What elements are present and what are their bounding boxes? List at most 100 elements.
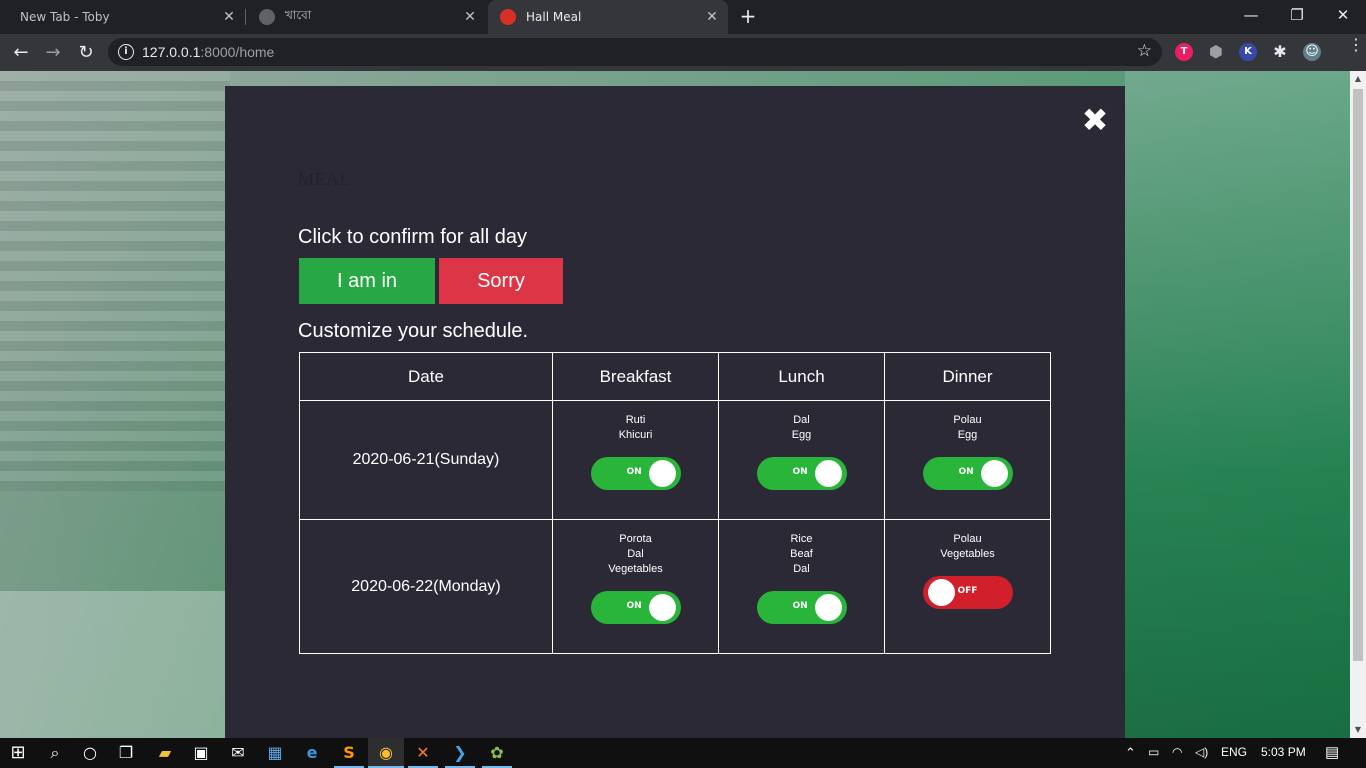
column-header-lunch: Lunch [718, 352, 885, 401]
chrome-icon[interactable]: ◉ [375, 742, 397, 764]
sublime-icon[interactable]: S [338, 742, 360, 764]
minimize-button[interactable]: — [1228, 0, 1274, 30]
toggle-state: OFF [957, 586, 978, 596]
meal-items: Porota Dal Vegetables [553, 532, 718, 577]
file-explorer-icon[interactable]: ▰ [154, 742, 176, 764]
toggle-state: ON [792, 467, 808, 477]
tab-hall-meal[interactable]: Hall Meal ✕ [488, 0, 728, 34]
tab-khabo[interactable]: খাবো ✕ [246, 0, 486, 34]
start-windows-icon[interactable]: ⊞ [7, 742, 29, 764]
task-view-icon[interactable]: ❐ [115, 742, 137, 764]
store-icon[interactable]: ▣ [190, 742, 212, 764]
sorry-button[interactable]: Sorry [439, 258, 563, 304]
toggle-knob [648, 460, 676, 487]
scrollbar-thumb[interactable] [1353, 89, 1363, 661]
modal-heading: MEAL [298, 169, 351, 189]
date-cell: 2020-06-22(Monday) [299, 519, 553, 654]
browser-tab-strip: New Tab - Toby ✕ খাবো ✕ Hall Meal ✕ + — … [0, 0, 1366, 34]
toggle-knob [648, 594, 676, 621]
wifi-icon[interactable]: ◠ [1172, 745, 1182, 759]
bookmark-star-icon[interactable]: ☆ [1137, 41, 1152, 61]
tab-close-icon[interactable]: ✕ [704, 9, 720, 25]
powershell-icon[interactable]: ❯ [449, 742, 471, 764]
meal-item: Porota [619, 533, 652, 545]
tab-close-icon[interactable]: ✕ [462, 9, 478, 25]
scroll-up-icon[interactable]: ▲ [1350, 71, 1366, 87]
scroll-down-icon[interactable]: ▼ [1350, 722, 1366, 738]
toggle-state: ON [626, 467, 642, 477]
table-header-row: Date Breakfast Lunch Dinner [299, 352, 1051, 401]
breakfast-toggle[interactable]: ON [590, 457, 681, 490]
clock[interactable]: 5:03 PM [1261, 745, 1306, 759]
meal-items: Ruti Khicuri [553, 413, 718, 443]
toggle-state: ON [626, 601, 642, 611]
toggle-state: ON [958, 467, 974, 477]
i-am-in-button[interactable]: I am in [299, 258, 435, 304]
new-tab-button[interactable]: + [736, 5, 760, 29]
xampp-icon[interactable]: ✕ [412, 742, 434, 764]
tab-title: New Tab - Toby [20, 10, 110, 24]
background-right-image [1125, 71, 1350, 738]
language-indicator[interactable]: ENG [1221, 745, 1247, 759]
profile-avatar-icon[interactable]: ☺ [1303, 43, 1321, 61]
tab-title: Hall Meal [526, 10, 582, 24]
column-header-dinner: Dinner [884, 352, 1051, 401]
meal-items: Dal Egg [719, 413, 884, 443]
puzzle-extension-icon[interactable]: ✱ [1271, 43, 1289, 61]
toggle-knob [927, 579, 955, 606]
breakfast-toggle[interactable]: ON [590, 591, 681, 624]
dinner-toggle[interactable]: OFF [922, 576, 1013, 609]
cortana-icon[interactable]: ○ [79, 742, 101, 764]
reload-button[interactable]: ↻ [73, 40, 99, 66]
site-info-icon[interactable]: i [118, 44, 134, 60]
restore-button[interactable]: ❐ [1274, 0, 1320, 30]
hall-meal-favicon-icon [500, 9, 516, 25]
tab-close-icon[interactable]: ✕ [221, 9, 237, 25]
breakfast-cell: Porota Dal Vegetables ON [552, 519, 719, 654]
meal-modal: ✖ MEAL Click to confirm for all day I am… [225, 86, 1125, 738]
notification-icon[interactable]: ▤ [1325, 743, 1339, 761]
edge-icon[interactable]: e [301, 742, 323, 764]
meal-items: Rice Beaf Dal [719, 532, 884, 577]
windows-taskbar: ⊞ ⌕ ○ ❐ ▰ ▣ ✉ ▦ e S ◉ ✕ ❯ ✿ ⌃ ▭ ◠ ◁) ENG… [0, 738, 1366, 768]
address-bar[interactable]: i 127.0.0.1:8000/home ☆ [108, 38, 1162, 66]
paint-icon[interactable]: ✿ [486, 742, 508, 764]
tab-new-tab-toby[interactable]: New Tab - Toby ✕ [0, 0, 245, 34]
date-cell: 2020-06-21(Sunday) [299, 400, 553, 520]
column-header-breakfast: Breakfast [552, 352, 719, 401]
browser-toolbar: ← → ↻ i 127.0.0.1:8000/home ☆ T ⬢ K ✱ ☺ … [0, 34, 1366, 71]
column-header-date: Date [299, 352, 553, 401]
meal-item: Polau [953, 533, 982, 545]
globe-icon [259, 9, 275, 25]
back-button[interactable]: ← [8, 40, 34, 66]
modal-close-icon[interactable]: ✖ [1080, 104, 1110, 136]
tray-overflow-icon[interactable]: ⌃ [1125, 745, 1136, 761]
page-scrollbar[interactable]: ▲ ▼ [1350, 71, 1366, 738]
search-icon[interactable]: ⌕ [44, 742, 66, 764]
lunch-toggle[interactable]: ON [756, 591, 847, 624]
close-window-button[interactable]: ✕ [1320, 0, 1366, 30]
volume-icon[interactable]: ◁) [1195, 745, 1208, 759]
browser-menu-icon[interactable]: ⋮ [1348, 37, 1364, 53]
forward-button[interactable]: → [40, 40, 66, 66]
dinner-toggle[interactable]: ON [922, 457, 1013, 490]
lunch-cell: Dal Egg ON [718, 400, 885, 520]
lunch-toggle[interactable]: ON [756, 457, 847, 490]
address-url[interactable]: 127.0.0.1:8000/home [142, 44, 274, 60]
meal-items: Polau Vegetables [885, 532, 1050, 562]
toby-extension-icon[interactable]: T [1175, 43, 1193, 61]
background-floor-image [0, 591, 230, 738]
meal-item: Polau [953, 414, 982, 426]
confirm-all-day-label: Click to confirm for all day [298, 226, 527, 248]
app-icon[interactable]: ▦ [264, 742, 286, 764]
battery-icon[interactable]: ▭ [1148, 745, 1159, 759]
mail-icon[interactable]: ✉ [227, 742, 249, 764]
shield-extension-icon[interactable]: ⬢ [1207, 43, 1225, 61]
meal-item: Dal [793, 563, 810, 575]
k-extension-icon[interactable]: K [1239, 43, 1257, 61]
dinner-cell: Polau Egg ON [884, 400, 1051, 520]
meal-item: Rice [790, 533, 813, 545]
meal-items: Polau Egg [885, 413, 1050, 443]
meal-item: Egg [957, 429, 978, 441]
lunch-cell: Rice Beaf Dal ON [718, 519, 885, 654]
